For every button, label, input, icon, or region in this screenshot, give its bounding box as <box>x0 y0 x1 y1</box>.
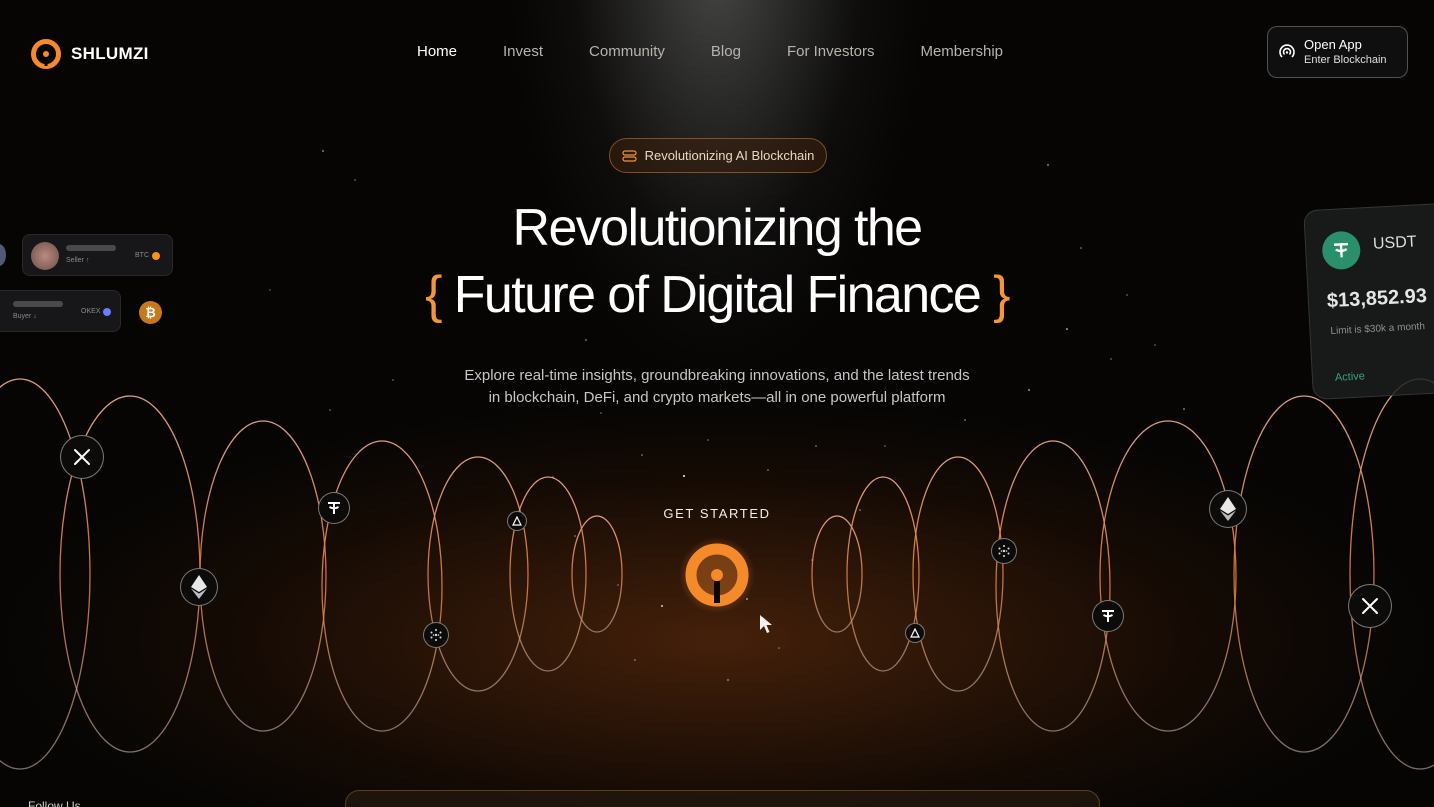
badge-text: Revolutionizing AI Blockchain <box>644 148 815 163</box>
brace-open: { <box>425 266 442 324</box>
main-menu: Home Invest Community Blog For Investors… <box>417 43 1049 60</box>
nav-community[interactable]: Community <box>589 43 665 60</box>
arbitrum-icon <box>905 623 925 643</box>
open-app-title: Open App <box>1304 37 1362 52</box>
brand-name: SHLUMZI <box>71 44 149 63</box>
subtitle-line-1: Explore real-time insights, groundbreaki… <box>464 367 970 384</box>
hero-badge: Revolutionizing AI Blockchain <box>609 138 827 173</box>
tether-icon <box>1092 600 1124 632</box>
nav-home[interactable]: Home <box>417 43 457 60</box>
headline-line-2: { Future of Digital Finance } <box>0 265 1434 325</box>
x-icon <box>60 435 104 479</box>
seller-role: Seller ↑ <box>66 257 90 264</box>
nav-membership[interactable]: Membership <box>920 43 1003 60</box>
x-icon <box>1348 584 1392 628</box>
brand-logo[interactable]: SHLUMZI <box>30 38 149 70</box>
open-app-subtitle: Enter Blockchain <box>1304 54 1387 66</box>
ethereum-icon <box>180 568 218 606</box>
cardano-icon <box>423 622 449 648</box>
get-started-button[interactable] <box>679 537 755 613</box>
shlumzi-logo-icon <box>31 39 61 69</box>
signal-icon <box>1279 44 1295 58</box>
headline-line-1: Revolutionizing the <box>512 199 924 257</box>
open-app-button[interactable]: Open App Enter Blockchain <box>1267 26 1408 78</box>
subtitle-line-2: in blockchain, DeFi, and crypto markets—… <box>488 389 946 406</box>
get-started-label[interactable]: GET STARTED <box>0 506 1434 521</box>
bottom-panel <box>345 790 1100 807</box>
brace-close: } <box>993 266 1010 324</box>
nav-blog[interactable]: Blog <box>711 43 741 60</box>
top-nav: SHLUMZI Home Invest Community Blog For I… <box>0 0 1434 100</box>
follow-us-label: Follow Us <box>28 799 81 807</box>
headline-line-2-text: Future of Digital Finance <box>440 266 994 324</box>
cursor-icon <box>760 615 772 633</box>
nav-invest[interactable]: Invest <box>503 43 543 60</box>
nav-for-investors[interactable]: For Investors <box>787 43 875 60</box>
cardano-icon <box>991 538 1017 564</box>
hero-section: Seller ↑ BTC Buyer ↓ OKEX ₿ USDT $13,852… <box>0 0 1434 807</box>
stack-icon <box>621 149 637 162</box>
